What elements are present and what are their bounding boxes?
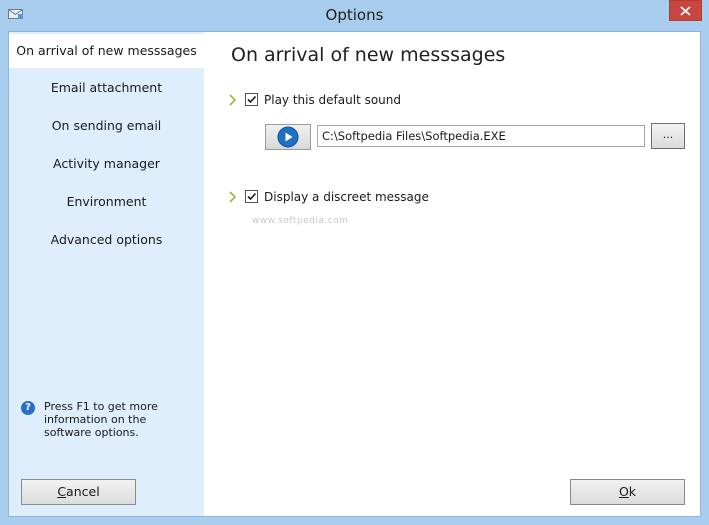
- sidebar-item-environment[interactable]: Environment: [9, 185, 204, 219]
- sidebar-item-on-sending-email[interactable]: On sending email: [9, 109, 204, 143]
- play-icon: [277, 126, 299, 148]
- ok-label-mnemonic: O: [618, 484, 629, 499]
- cancel-label-rest: ancel: [66, 484, 100, 499]
- cancel-label-mnemonic: C: [57, 484, 67, 499]
- chevron-right-icon: [229, 191, 237, 203]
- options-window: Options On arrival of new messsages Emai…: [0, 0, 709, 525]
- help-icon: ?: [21, 401, 35, 415]
- checkmark-icon: [247, 95, 257, 104]
- discreet-message-checkbox[interactable]: [245, 190, 258, 203]
- dialog-client: On arrival of new messsages Email attach…: [8, 31, 701, 517]
- window-title: Options: [325, 6, 384, 24]
- sidebar: On arrival of new messsages Email attach…: [9, 32, 204, 516]
- cancel-button[interactable]: Cancel: [21, 479, 136, 505]
- sound-path-input[interactable]: [317, 125, 645, 147]
- sidebar-item-email-attachment[interactable]: Email attachment: [9, 71, 204, 105]
- checkmark-icon: [247, 192, 257, 201]
- sidebar-item-new-messages[interactable]: On arrival of new messsages: [9, 34, 204, 68]
- play-sound-checkbox[interactable]: [245, 93, 258, 106]
- close-icon: [680, 5, 691, 16]
- chevron-right-icon: [229, 94, 237, 106]
- watermark: www.softpedia.com: [252, 216, 349, 226]
- page-title: On arrival of new messsages: [231, 44, 506, 66]
- title-bar[interactable]: Options: [0, 0, 709, 31]
- browse-button[interactable]: ...: [651, 123, 685, 149]
- sidebar-item-advanced-options[interactable]: Advanced options: [9, 223, 204, 257]
- play-sound-button[interactable]: [265, 124, 311, 150]
- help-text: Press F1 to get more information on the …: [44, 400, 158, 439]
- discreet-message-label[interactable]: Display a discreet message: [264, 189, 429, 205]
- close-button[interactable]: [669, 0, 702, 21]
- ok-label-rest: k: [628, 484, 637, 499]
- play-sound-label[interactable]: Play this default sound: [264, 92, 401, 108]
- sidebar-item-activity-manager[interactable]: Activity manager: [9, 147, 204, 181]
- ok-button[interactable]: Ok: [570, 479, 685, 505]
